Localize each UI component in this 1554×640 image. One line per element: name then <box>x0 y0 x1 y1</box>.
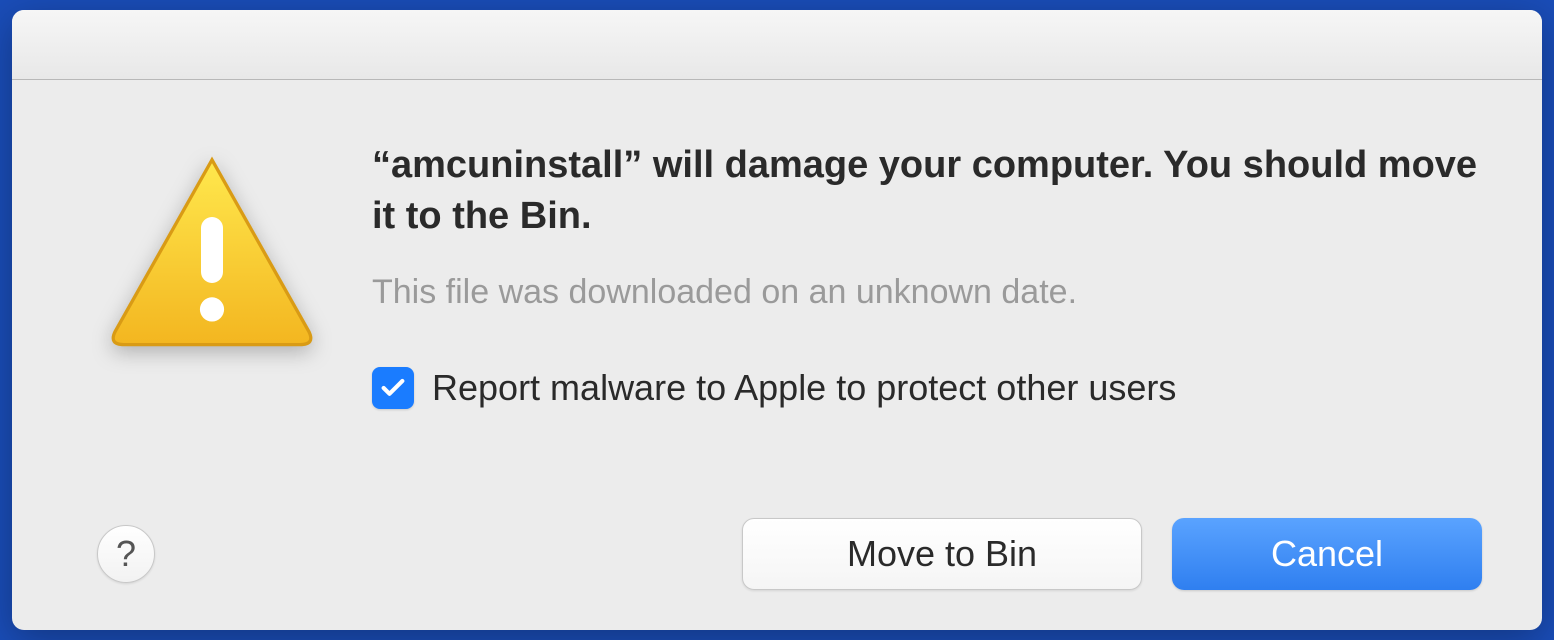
dialog-subtitle: This file was downloaded on an unknown d… <box>372 273 1482 312</box>
help-button[interactable]: ? <box>97 525 155 583</box>
dialog-title: “amcuninstall” will damage your computer… <box>372 140 1482 243</box>
checkbox-label: Report malware to Apple to protect other… <box>432 367 1176 409</box>
cancel-button[interactable]: Cancel <box>1172 518 1482 590</box>
alert-dialog: “amcuninstall” will damage your computer… <box>12 10 1542 630</box>
help-icon: ? <box>116 533 136 575</box>
text-column: “amcuninstall” will damage your computer… <box>352 140 1482 478</box>
report-malware-checkbox[interactable] <box>372 367 414 409</box>
checkbox-row: Report malware to Apple to protect other… <box>372 367 1482 409</box>
titlebar <box>12 10 1542 80</box>
move-to-bin-button[interactable]: Move to Bin <box>742 518 1142 590</box>
button-row: ? Move to Bin Cancel <box>12 518 1542 630</box>
checkmark-icon <box>379 374 407 402</box>
icon-column <box>72 140 352 478</box>
dialog-content: “amcuninstall” will damage your computer… <box>12 80 1542 518</box>
warning-triangle-icon <box>102 150 322 350</box>
